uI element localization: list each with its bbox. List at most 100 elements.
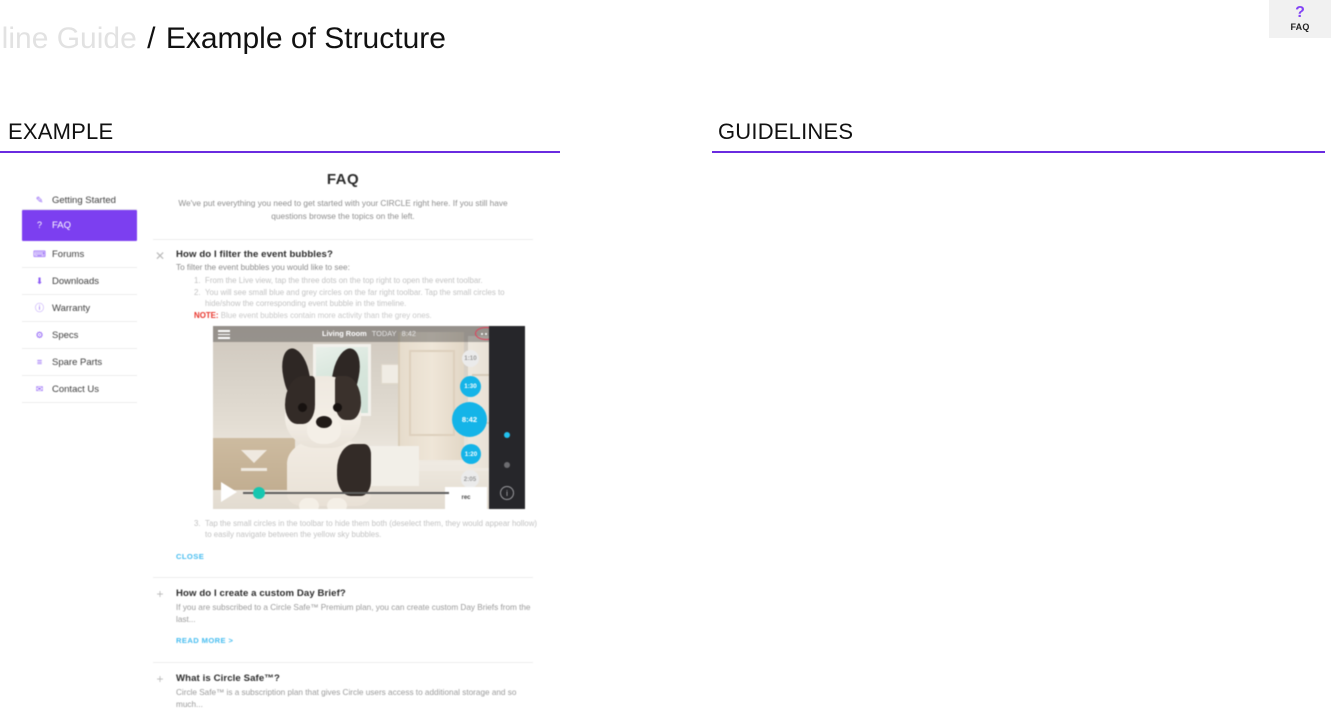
parts-icon: ≡: [36, 356, 43, 367]
list-item: 3. Tap the small circles in the toolbar …: [194, 518, 538, 540]
sidebar-item-label: Specs: [52, 329, 79, 341]
breadcrumb-parent[interactable]: nline Guide: [0, 22, 137, 55]
plus-icon[interactable]: +: [154, 588, 166, 600]
page-root: nline Guide / Example of Structure ? FAQ…: [0, 0, 1331, 714]
dog-paw-left: [299, 498, 319, 509]
sidebar-item-label: FAQ: [52, 220, 72, 231]
step-number: 2.: [194, 288, 201, 297]
gear-icon: ⚙: [35, 329, 44, 340]
event-bubble-rail: 1:10 1:30 8:42 1:20 2:05: [441, 344, 489, 488]
list-item: 1. From the Live view, tap the three dot…: [194, 275, 538, 286]
dog-nose: [316, 416, 332, 428]
sidebar-item-label: Getting Started: [52, 195, 116, 206]
play-icon[interactable]: [221, 482, 237, 502]
step-text: You will see small blue and grey circles…: [205, 288, 505, 308]
event-bubble[interactable]: 1:20: [461, 444, 481, 464]
event-toolbar[interactable]: i: [489, 326, 525, 509]
timeline-marker[interactable]: [253, 487, 265, 499]
info-circle-icon: ⓘ: [34, 302, 44, 313]
mock-sidebar-nav: ✎ Getting Started ? FAQ ⌨ Forums ⬇ Downl…: [22, 188, 137, 403]
sidebar-item-label: Downloads: [52, 275, 99, 287]
faq-item-expanded[interactable]: ✕ How do I filter the event bubbles? To …: [148, 240, 538, 564]
record-chip[interactable]: rec: [445, 487, 487, 509]
breadcrumb: nline Guide / Example of Structure: [0, 20, 446, 58]
example-column-header: EXAMPLE: [0, 119, 560, 153]
sidebar-item-contact-us[interactable]: ✉ Contact Us: [22, 376, 137, 403]
sidebar-item-label: Spare Parts: [52, 356, 103, 368]
faq-help-chip-label: FAQ: [1290, 21, 1310, 32]
record-chip-label: rec: [461, 495, 471, 501]
video-top-bar: Living Room TODAY 8:42: [213, 326, 525, 342]
dog-paw-right: [327, 498, 347, 509]
sidebar-item-faq[interactable]: ? FAQ: [22, 210, 137, 241]
breadcrumb-separator: /: [147, 22, 156, 55]
faq-question: How do I filter the event bubbles?: [176, 249, 333, 260]
dog-body-patch: [337, 444, 371, 496]
note-tag: NOTE:: [194, 311, 219, 320]
download-icon: ⬇: [35, 275, 44, 286]
sidebar-item-getting-started[interactable]: ✎ Getting Started: [22, 188, 137, 210]
faq-help-chip[interactable]: ? FAQ: [1269, 0, 1331, 38]
sidebar-item-downloads[interactable]: ⬇ Downloads: [22, 268, 137, 295]
sidebar-item-specs[interactable]: ⚙ Specs: [22, 322, 137, 349]
time-label: 8:42: [401, 329, 417, 338]
dog-eye-left: [298, 403, 307, 412]
info-icon[interactable]: i: [500, 486, 514, 500]
sidebar-item-label: Contact Us: [52, 383, 99, 395]
sidebar-item-spare-parts[interactable]: ≡ Spare Parts: [22, 349, 137, 376]
faq-body: If you are subscribed to a Circle Safe™ …: [176, 603, 531, 624]
faq-steps-list: 1. From the Live view, tap the three dot…: [194, 275, 538, 309]
faq-question: What is Circle Safe™?: [176, 673, 280, 684]
breadcrumb-current: Example of Structure: [165, 22, 446, 55]
sidebar-item-forums[interactable]: ⌨ Forums: [22, 241, 137, 268]
question-mark-icon: ?: [36, 220, 42, 230]
close-x-icon[interactable]: ✕: [154, 250, 166, 262]
faq-read-more-link[interactable]: READ MORE >: [176, 636, 233, 645]
toolbar-blue-dot[interactable]: [504, 432, 510, 438]
camera-name: Living Room: [321, 329, 367, 338]
sidebar-item-label: Warranty: [52, 302, 91, 314]
step-text: From the Live view, tap the three dots o…: [205, 276, 483, 285]
step-text: Tap the small circles in the toolbar to …: [205, 519, 538, 539]
box-triangle: [241, 450, 267, 463]
event-bubble[interactable]: 1:30: [460, 376, 481, 397]
pencil-icon: ✎: [35, 195, 44, 205]
mail-icon: ✉: [35, 383, 44, 394]
example-column-label: EXAMPLE: [8, 119, 114, 144]
faq-steps-list-after: 3. Tap the small circles in the toolbar …: [194, 518, 538, 540]
french-bulldog-photo: [271, 345, 396, 509]
guidelines-column-label: GUIDELINES: [718, 119, 854, 144]
guidelines-column-rule: [712, 151, 1325, 153]
event-bubble[interactable]: 1:10: [462, 350, 479, 367]
question-mark-icon: ?: [1295, 3, 1305, 21]
timeline-scrubber[interactable]: [243, 492, 449, 494]
guidelines-column-header: GUIDELINES: [712, 119, 1325, 153]
dog-face-patch-left: [285, 376, 315, 424]
box-bar: [241, 468, 267, 471]
faq-lead-text: To filter the event bubbles you would li…: [176, 263, 350, 272]
step-number: 1.: [194, 276, 201, 285]
faq-close-link[interactable]: CLOSE: [176, 552, 204, 561]
list-item: 2. You will see small blue and grey circ…: [194, 287, 538, 309]
toolbar-grey-dot[interactable]: [504, 462, 510, 468]
example-column-rule: [0, 151, 560, 153]
mock-page-subtitle: We've put everything you need to get sta…: [178, 198, 508, 221]
example-screenshot-mock: ✎ Getting Started ? FAQ ⌨ Forums ⬇ Downl…: [0, 160, 568, 714]
faq-item-day-brief[interactable]: + How do I create a custom Day Brief? If…: [148, 578, 538, 648]
faq-note: NOTE: Blue event bubbles contain more ac…: [194, 310, 538, 321]
mock-page-title: FAQ: [326, 171, 360, 188]
chat-bubble-icon: ⌨: [33, 248, 46, 259]
step-number: 3.: [194, 519, 201, 528]
sidebar-item-label: Forums: [52, 248, 85, 260]
guidelines-content-area: [712, 160, 1331, 714]
dog-eye-right: [333, 403, 342, 412]
sidebar-item-warranty[interactable]: ⓘ Warranty: [22, 295, 137, 322]
faq-question: How do I create a custom Day Brief?: [176, 588, 346, 599]
faq-item-circle-safe[interactable]: + What is Circle Safe™? Circle Safe™ is …: [148, 663, 538, 714]
video-still[interactable]: Living Room TODAY 8:42 i 1:10 1:30 8:42 …: [213, 326, 525, 509]
note-text: Blue event bubbles contain more activity…: [220, 311, 432, 320]
mock-main-panel: FAQ We've put everything you need to get…: [148, 160, 538, 714]
event-bubble-active[interactable]: 8:42: [452, 402, 487, 437]
event-bubble[interactable]: 2:05: [461, 470, 479, 488]
plus-icon[interactable]: +: [154, 673, 166, 685]
